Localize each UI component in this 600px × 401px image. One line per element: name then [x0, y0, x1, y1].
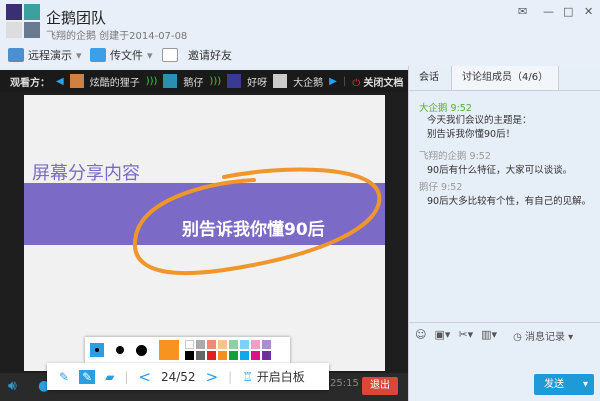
color-swatch[interactable] — [207, 351, 216, 360]
viewer-name: 鹅仔 — [183, 77, 204, 89]
next-arrow-icon[interactable]: ▶ — [329, 76, 337, 87]
color-swatch[interactable] — [240, 340, 249, 349]
color-swatch[interactable] — [262, 340, 271, 349]
exit-button[interactable]: 退出 — [362, 377, 398, 395]
image-icon[interactable]: ▣▾ — [434, 328, 450, 343]
eraser-icon[interactable]: ▰ — [105, 370, 114, 384]
chat-add-icon — [162, 48, 178, 62]
speaker-icon[interactable]: 🔊︎ — [8, 378, 17, 394]
group-title: 企鹅团队 — [46, 9, 107, 27]
chat-panel: 会话 讨论组成员（4/6） 大企鹅 9:52 今天我们会议的主题是： 别告诉我你懂… — [408, 66, 600, 401]
message-time: 9:52 — [469, 151, 491, 162]
color-swatch[interactable] — [218, 351, 227, 360]
annotation-ellipse — [132, 167, 382, 275]
send-file-button[interactable]: 传文件 ▾ — [90, 47, 153, 63]
color-swatch[interactable] — [196, 340, 205, 349]
color-palette[interactable] — [185, 340, 271, 360]
message-sender: 鹅仔 — [419, 182, 439, 193]
message-sender: 飞翔的企鹅 — [419, 151, 467, 162]
next-page-button[interactable]: > — [206, 368, 219, 386]
color-swatch[interactable] — [207, 340, 216, 349]
speaking-icon: ))) — [209, 75, 222, 87]
slide: 屏幕分享内容 别告诉我你懂90后 — [24, 95, 385, 371]
message-text: 今天我们会议的主题是： — [427, 115, 532, 126]
pen-size-small[interactable] — [90, 343, 104, 357]
invite-button[interactable]: 邀请好友 — [162, 47, 232, 63]
message-text: 90后大多比较有个性，有自己的见解。 — [427, 196, 592, 207]
history-button[interactable]: ◷ 消息记录 ▾ — [513, 328, 573, 343]
whiteboard-icon: ♖ — [242, 370, 253, 384]
message-time: 9:52 — [450, 103, 472, 114]
close-doc-button[interactable]: ⏻ 关闭文档 — [352, 74, 403, 89]
pen-style-panel — [85, 337, 290, 363]
history-label: 消息记录 — [524, 332, 565, 343]
speaking-icon: ))) — [145, 75, 158, 87]
viewer-bar: 观看方： ◀ 炫酷的狸子))) 鹅仔))) 好呀 大企鹅 ▶ | ⏻ 关闭文档 — [0, 70, 408, 92]
color-swatch[interactable] — [185, 351, 194, 360]
send-label: 发送 — [544, 379, 564, 390]
color-swatch[interactable] — [229, 351, 238, 360]
color-swatch[interactable] — [251, 351, 260, 360]
message-time: 9:52 — [441, 182, 463, 193]
timer: 25:15 — [330, 378, 359, 389]
send-button[interactable]: 发送 ▾ — [534, 374, 594, 395]
prev-page-button[interactable]: < — [138, 368, 151, 386]
color-swatch[interactable] — [262, 351, 271, 360]
tab-members[interactable]: 讨论组成员（4/6） — [451, 66, 560, 90]
viewer-avatar — [163, 74, 178, 88]
viewers-label: 观看方： — [10, 77, 50, 89]
pen-icon[interactable]: ✎ — [59, 370, 69, 384]
chart-icon[interactable]: ▥▾ — [481, 328, 497, 343]
group-subtitle: 飞翔的企鹅 创建于2014-07-08 — [46, 31, 188, 42]
message-text: 别告诉我你懂90后！ — [427, 129, 516, 140]
file-label: 传文件 — [110, 49, 143, 62]
scissors-icon[interactable]: ✂▾ — [458, 328, 473, 343]
pen-size-large[interactable] — [136, 344, 147, 356]
power-icon: ⏻ — [352, 77, 361, 89]
open-whiteboard-button[interactable]: ♖ 开启白板 — [242, 368, 305, 385]
prev-arrow-icon[interactable]: ◀ — [56, 76, 64, 87]
viewer-avatar — [69, 74, 84, 88]
color-swatch[interactable] — [251, 340, 260, 349]
maximize-button[interactable]: □ — [563, 5, 573, 18]
folder-icon — [90, 48, 106, 62]
color-swatch[interactable] — [240, 351, 249, 360]
pencil-icon[interactable]: ✎ — [79, 369, 96, 384]
group-avatar — [6, 4, 40, 38]
invite-label: 邀请好友 — [188, 49, 232, 62]
close-button[interactable]: ✕ — [584, 5, 593, 18]
send-options-icon[interactable]: ▾ — [583, 374, 588, 395]
message-sender: 大企鹅 — [419, 103, 448, 114]
color-swatch[interactable] — [196, 351, 205, 360]
viewer-name: 炫酷的狸子 — [89, 77, 140, 89]
skin-icon[interactable]: ✉ — [518, 5, 527, 18]
pen-size-medium[interactable] — [116, 346, 124, 354]
minimize-button[interactable]: — — [543, 5, 554, 18]
viewer-name: 好呀 — [247, 77, 268, 89]
color-swatch[interactable] — [185, 340, 194, 349]
open-whiteboard-label: 开启白板 — [256, 370, 305, 384]
monitor-icon — [8, 48, 24, 62]
remote-label: 远程演示 — [28, 49, 72, 62]
viewer-name: 大企鹅 — [293, 77, 324, 89]
emoji-icon[interactable]: ☺ — [415, 328, 426, 343]
remote-demo-button[interactable]: 远程演示 ▾ — [8, 47, 82, 63]
close-doc-label: 关闭文档 — [363, 77, 404, 89]
shared-screen: 屏幕分享内容 别告诉我你懂90后 — [0, 92, 408, 374]
viewer-avatar — [227, 74, 242, 88]
page-counter: 24/52 — [160, 369, 196, 384]
current-color-swatch — [159, 340, 179, 360]
whiteboard-toolbar: ✎ ✎ ▰ | < 24/52 > | ♖ 开启白板 — [47, 363, 329, 390]
tab-chat[interactable]: 会话 — [409, 66, 449, 90]
color-swatch[interactable] — [229, 340, 238, 349]
message-text: 90后有什么特征，大家可以谈谈。 — [427, 165, 573, 176]
color-swatch[interactable] — [218, 340, 227, 349]
viewer-avatar — [273, 74, 288, 88]
